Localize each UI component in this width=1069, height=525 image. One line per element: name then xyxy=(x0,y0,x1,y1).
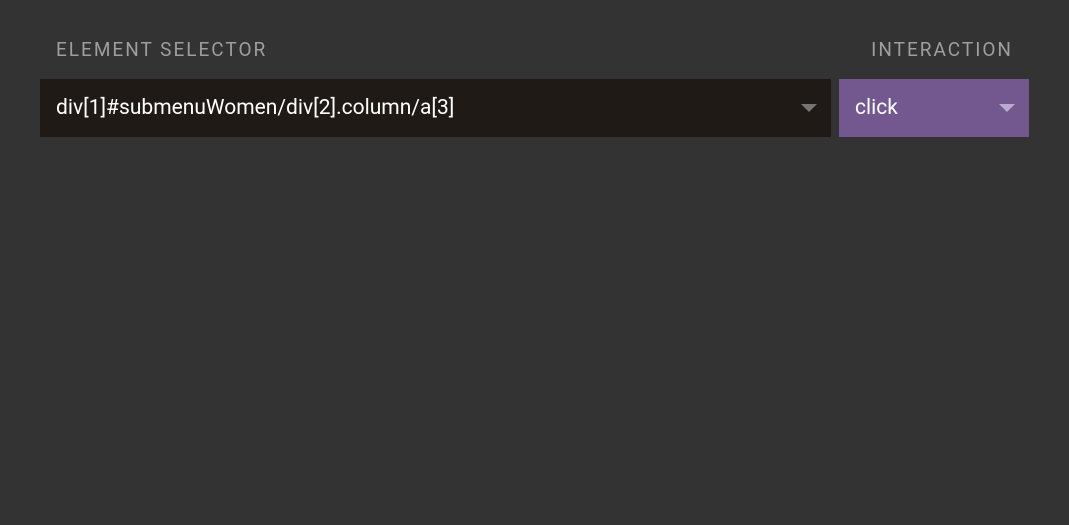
interaction-value: click xyxy=(855,96,898,120)
element-selector-value: div[1]#submenuWomen/div[2].column/a[3] xyxy=(56,96,454,120)
interaction-label: INTERACTION xyxy=(871,38,1013,61)
fields-row: div[1]#submenuWomen/div[2].column/a[3] c… xyxy=(40,79,1029,137)
chevron-down-icon xyxy=(801,104,817,112)
chevron-down-icon xyxy=(999,104,1015,112)
interaction-dropdown[interactable]: click xyxy=(839,79,1029,137)
labels-row: ELEMENT SELECTOR INTERACTION xyxy=(40,38,1029,61)
element-selector-dropdown[interactable]: div[1]#submenuWomen/div[2].column/a[3] xyxy=(40,79,831,137)
element-selector-label: ELEMENT SELECTOR xyxy=(56,38,267,61)
panel-container: ELEMENT SELECTOR INTERACTION div[1]#subm… xyxy=(0,0,1069,137)
